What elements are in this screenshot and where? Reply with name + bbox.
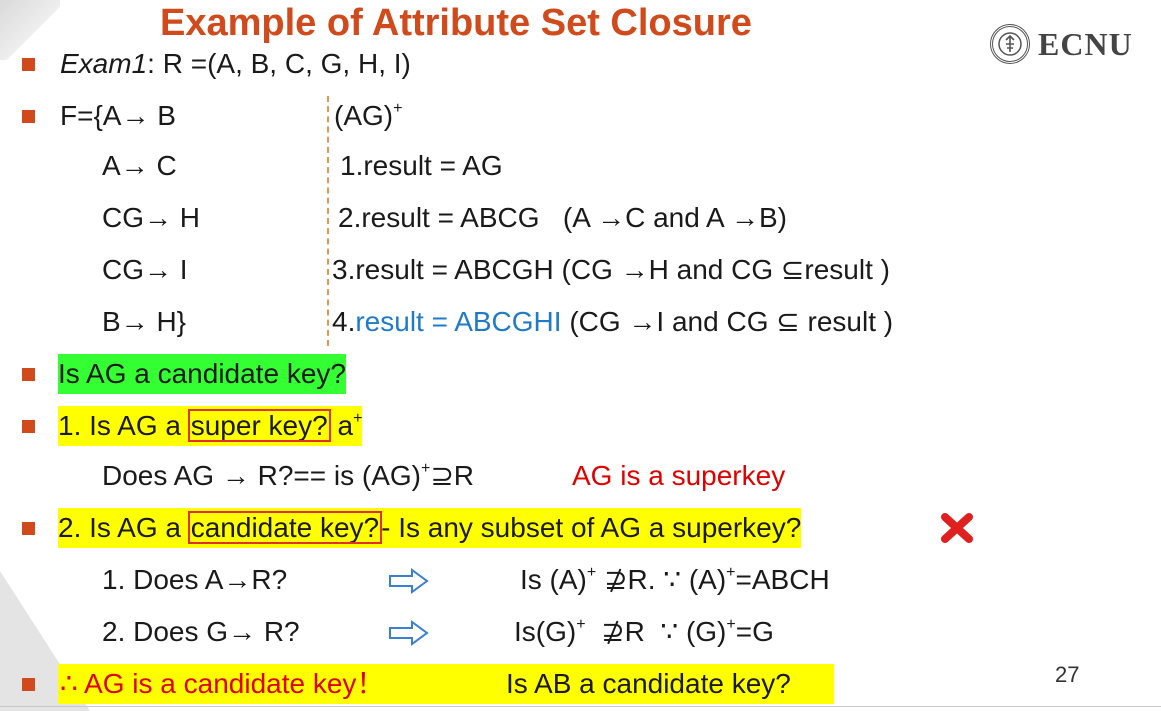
super-key-box: super key? xyxy=(187,409,331,442)
column-divider xyxy=(327,96,329,346)
closure-header: (AG)+ xyxy=(334,99,403,131)
subset-a-question: 1. Does A→R? xyxy=(102,564,288,595)
conclusion-text: ∴ AG is a candidate key！ xyxy=(60,668,385,699)
fd-row-2: A→ C 1.result = AG xyxy=(0,146,1000,186)
logo-text: ECNU xyxy=(1038,25,1133,62)
square-bullet-icon xyxy=(22,58,35,71)
footer-rule xyxy=(0,706,1161,707)
fd-row-1: F={A→ B (AG)+ xyxy=(0,96,1000,136)
fd-line: CG→ I xyxy=(102,254,188,285)
superkey-question-row: 1. Is AG a super key? a+ xyxy=(0,406,800,446)
square-bullet-icon xyxy=(22,522,35,535)
square-bullet-icon xyxy=(22,368,35,381)
ecnu-logo: ECNU xyxy=(990,24,1133,64)
subset-g-question: 2. Does G→ R? xyxy=(102,616,300,647)
subset-a-row: 1. Does A→R? Is (A)+ ⊉R. ∵ (A)+=ABCH xyxy=(0,560,1000,600)
candidate-key-question: Is AG a candidate key? xyxy=(58,354,346,394)
fd-row-3: CG→ H 2.result = ABCG (A →C and A →B) xyxy=(0,198,1000,238)
relation-schema: : R =(A, B, C, G, H, I) xyxy=(147,48,411,79)
hollow-right-arrow-icon xyxy=(388,566,430,606)
square-bullet-icon xyxy=(22,678,35,691)
square-bullet-icon xyxy=(22,110,35,123)
candidate-question: 2. Is AG a candidate key?- Is any subset… xyxy=(58,508,802,548)
fd-row-4: CG→ I 3.result = ABCGH (CG →H and CG ⊆re… xyxy=(0,250,1000,290)
superkey-detail-row: Does AG → R?== is (AG)+⊇R AG is a superk… xyxy=(0,456,900,496)
university-seal-icon xyxy=(990,24,1030,64)
fd-line: B→ H} xyxy=(102,306,187,337)
superkey-detail: Does AG → R?== is (AG)+⊇R xyxy=(102,459,475,491)
conclusion-row: ∴ AG is a candidate key！ Is AB a candida… xyxy=(0,664,900,704)
closure-step-2: 2.result = ABCG (A →C and A →B) xyxy=(338,202,787,233)
red-cross-icon xyxy=(940,512,974,555)
fd-line: A→ C xyxy=(102,150,177,181)
followup-question: Is AB a candidate key? xyxy=(506,668,791,699)
subset-g-row: 2. Does G→ R? Is(G)+ ⊉R ∵ (G)+=G xyxy=(0,612,1000,652)
closure-step-3: 3.result = ABCGH (CG →H and CG ⊆result ) xyxy=(332,254,890,285)
exam-label: Exam1 xyxy=(60,48,148,79)
question-row: Is AG a candidate key? xyxy=(0,354,800,394)
candidate-key-box: candidate key? xyxy=(187,511,383,544)
fd-line: F={A→ B xyxy=(60,100,176,131)
superkey-question: 1. Is AG a super key? a+ xyxy=(58,406,363,446)
fd-row-5: B→ H} 4.result = ABCGHI (CG →I and CG ⊆ … xyxy=(0,302,1000,342)
superkey-answer: AG is a superkey xyxy=(572,460,786,491)
square-bullet-icon xyxy=(22,420,35,433)
slide-title: Example of Attribute Set Closure xyxy=(160,2,752,44)
exam-row: Exam1: R =(A, B, C, G, H, I) xyxy=(0,44,700,84)
hollow-right-arrow-icon xyxy=(388,618,430,658)
subset-a-answer: Is (A)+ ⊉R. ∵ (A)+=ABCH xyxy=(520,563,830,595)
fd-line: CG→ H xyxy=(102,202,200,233)
subset-g-answer: Is(G)+ ⊉R ∵ (G)+=G xyxy=(514,615,774,647)
candidate-question-row: 2. Is AG a candidate key?- Is any subset… xyxy=(0,508,1000,548)
closure-step-1: 1.result = AG xyxy=(340,150,503,181)
closure-step-4: 4.result = ABCGHI (CG →I and CG ⊆ result… xyxy=(332,306,894,337)
page-number: 27 xyxy=(1055,662,1080,687)
